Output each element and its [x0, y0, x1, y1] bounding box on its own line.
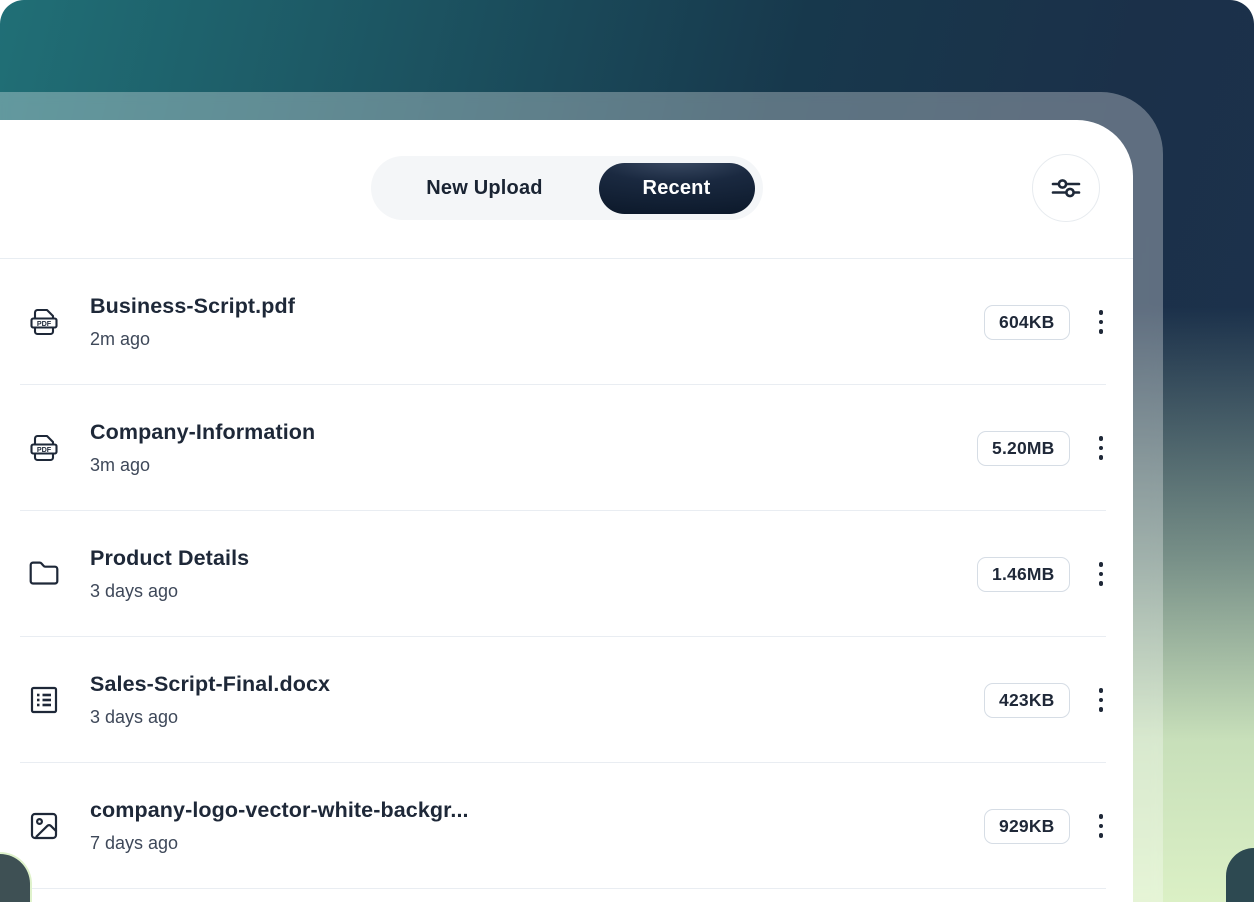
file-time: 3 days ago	[90, 707, 984, 728]
kebab-menu-icon[interactable]	[1096, 432, 1107, 464]
file-title: company-logo-vector-white-backgr...	[90, 798, 984, 824]
file-list: PDF Business-Script.pdf 2m ago 604KB PDF	[0, 259, 1133, 889]
file-title: Company-Information	[90, 420, 977, 446]
file-time: 3m ago	[90, 455, 977, 476]
file-row[interactable]: PDF Business-Script.pdf 2m ago 604KB	[0, 259, 1133, 385]
kebab-menu-icon[interactable]	[1096, 684, 1107, 716]
file-size-badge: 423KB	[984, 683, 1069, 718]
file-title: Sales-Script-Final.docx	[90, 672, 984, 698]
tab-recent[interactable]: Recent	[599, 163, 755, 214]
file-size-badge: 929KB	[984, 809, 1069, 844]
file-title: Business-Script.pdf	[90, 294, 984, 320]
kebab-menu-icon[interactable]	[1096, 558, 1107, 590]
file-manager-card: New Upload Recent	[0, 120, 1133, 902]
kebab-menu-icon[interactable]	[1096, 810, 1107, 842]
tab-new-upload[interactable]: New Upload	[371, 176, 599, 201]
svg-text:PDF: PDF	[37, 319, 52, 328]
file-time: 3 days ago	[90, 581, 977, 602]
file-row[interactable]: company-logo-vector-white-backgr... 7 da…	[0, 763, 1133, 889]
file-text: Company-Information 3m ago	[90, 420, 977, 476]
pdf-file-icon: PDF	[28, 432, 62, 464]
file-text: Sales-Script-Final.docx 3 days ago	[90, 672, 984, 728]
document-list-icon	[28, 684, 62, 716]
file-size-badge: 5.20MB	[977, 431, 1069, 466]
sliders-icon	[1051, 175, 1081, 201]
file-text: Business-Script.pdf 2m ago	[90, 294, 984, 350]
file-title: Product Details	[90, 546, 977, 572]
kebab-menu-icon[interactable]	[1096, 306, 1107, 338]
file-row[interactable]: Product Details 3 days ago 1.46MB	[0, 511, 1133, 637]
card-header: New Upload Recent	[0, 120, 1133, 259]
file-text: Product Details 3 days ago	[90, 546, 977, 602]
file-row[interactable]: PDF Company-Information 3m ago 5.20MB	[0, 385, 1133, 511]
filter-button[interactable]	[1032, 154, 1100, 222]
image-icon	[28, 810, 62, 842]
screen: New Upload Recent	[0, 0, 1254, 902]
file-size-badge: 1.46MB	[977, 557, 1069, 592]
file-size-badge: 604KB	[984, 305, 1069, 340]
file-time: 2m ago	[90, 329, 984, 350]
svg-text:PDF: PDF	[37, 445, 52, 454]
folder-icon	[28, 558, 62, 590]
file-time: 7 days ago	[90, 833, 984, 854]
file-text: company-logo-vector-white-backgr... 7 da…	[90, 798, 984, 854]
upload-tabs: New Upload Recent	[371, 156, 763, 220]
file-row[interactable]: Sales-Script-Final.docx 3 days ago 423KB	[0, 637, 1133, 763]
pdf-file-icon: PDF	[28, 306, 62, 338]
